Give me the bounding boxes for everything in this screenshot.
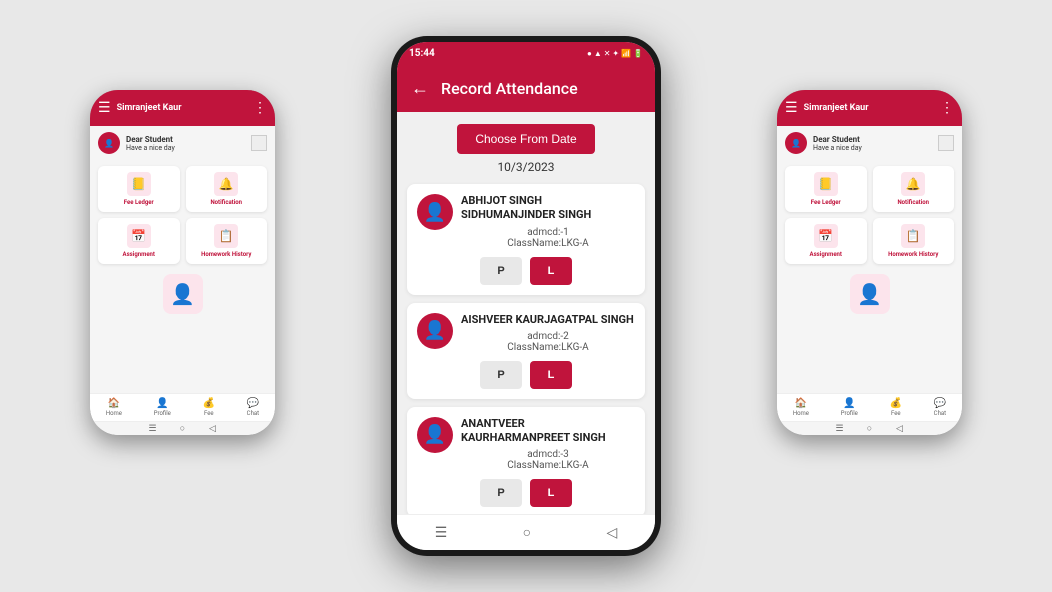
student-avatar-1: 👤 (417, 194, 453, 230)
fee-ledger-item-right: 📒 Fee Ledger (785, 166, 867, 212)
system-nav-right: ☰ ○ ◁ (777, 421, 962, 435)
side-phone-title-left: Simranjeet Kaur (117, 103, 247, 113)
menu-grid-top-right: 📒 Fee Ledger 🔔 Notification (777, 160, 962, 218)
time-display: 15:44 (409, 48, 435, 59)
student-name-1: ABHIJOT SINGH SIDHUMANJINDER SINGH (461, 194, 635, 223)
student-card-1: 👤 ABHIJOT SINGH SIDHUMANJINDER SINGH adm… (407, 184, 645, 295)
homework-item-left: 📋 Homework History (186, 218, 268, 264)
qr-code-left (251, 135, 267, 151)
menu-grid-bottom-right: 📅 Assignment 📋 Homework History (777, 218, 962, 270)
side-phone-header-left: ☰ Simranjeet Kaur ⋮ (90, 90, 275, 126)
side-phone-title-right: Simranjeet Kaur (804, 103, 934, 113)
leave-btn-1[interactable]: L (530, 257, 572, 285)
student-admcd-2: admcd:-2 (461, 331, 635, 342)
student-class-2: ClassName:LKG-A (461, 342, 635, 353)
more-dots-left: ⋮ (253, 100, 267, 116)
app-header: ← Record Attendance (397, 64, 655, 112)
bottom-nav-left: 🏠 Home 👤 Profile 💰 Fee 💬 Chat (90, 393, 275, 421)
present-btn-2[interactable]: P (480, 361, 522, 389)
selected-date: 10/3/2023 (497, 160, 554, 174)
nav-home-icon[interactable]: ○ (523, 524, 531, 541)
more-dots-right: ⋮ (940, 100, 954, 116)
student-avatar-2: 👤 (417, 313, 453, 349)
bottom-navigation: ☰ ○ ◁ (397, 514, 655, 550)
profile-sub-left: Have a nice day (126, 144, 175, 152)
profile-large-icon-left: 👤 (163, 274, 203, 314)
nav-back-icon[interactable]: ◁ (607, 525, 618, 541)
menu-grid-top-left: 📒 Fee Ledger 🔔 Notification (90, 160, 275, 218)
choose-date-button[interactable]: Choose From Date (457, 124, 594, 154)
profile-name-left: Dear Student (126, 135, 175, 144)
side-phone-header-right: ☰ Simranjeet Kaur ⋮ (777, 90, 962, 126)
attendance-btns-3: P L (417, 479, 635, 507)
notification-item-right: 🔔 Notification (873, 166, 955, 212)
notification-item-left: 🔔 Notification (186, 166, 268, 212)
student-class-3: ClassName:LKG-A (461, 460, 635, 471)
nav-menu-icon[interactable]: ☰ (435, 525, 448, 541)
present-btn-1[interactable]: P (480, 257, 522, 285)
qr-code-right (938, 135, 954, 151)
student-name-2: AISHVEER KAURJAGATPAL SINGH (461, 313, 635, 327)
attendance-btns-2: P L (417, 361, 635, 389)
status-bar: 15:44 ● ▲ ✕ ✦ 📶 🔋 (397, 42, 655, 64)
side-phone-profile-left: 👤 Dear Student Have a nice day (90, 126, 275, 160)
bottom-nav-right: 🏠 Home 👤 Profile 💰 Fee 💬 Chat (777, 393, 962, 421)
homework-item-right: 📋 Homework History (873, 218, 955, 264)
student-avatar-3: 👤 (417, 417, 453, 453)
profile-name-right: Dear Student (813, 135, 862, 144)
profile-sub-right: Have a nice day (813, 144, 862, 152)
profile-avatar-left: 👤 (98, 132, 120, 154)
page-title: Record Attendance (441, 79, 578, 98)
student-card-2: 👤 AISHVEER KAURJAGATPAL SINGH admcd:-2 C… (407, 303, 645, 399)
main-phone: 15:44 ● ▲ ✕ ✦ 📶 🔋 ← Record Attendance Ch… (391, 36, 661, 556)
content-area: Choose From Date 10/3/2023 👤 ABHIJOT SIN… (397, 112, 655, 514)
student-admcd-3: admcd:-3 (461, 449, 635, 460)
back-button[interactable]: ← (411, 78, 429, 99)
leave-btn-2[interactable]: L (530, 361, 572, 389)
student-name-3: ANANTVEER KAURHARMANPREET SINGH (461, 417, 635, 446)
assignment-item-right: 📅 Assignment (785, 218, 867, 264)
profile-large-icon-right: 👤 (850, 274, 890, 314)
present-btn-3[interactable]: P (480, 479, 522, 507)
menu-grid-bottom-left: 📅 Assignment 📋 Homework History (90, 218, 275, 270)
hamburger-icon-left: ☰ (98, 100, 111, 116)
profile-avatar-right: 👤 (785, 132, 807, 154)
hamburger-icon-right: ☰ (785, 100, 798, 116)
student-card-3: 👤 ANANTVEER KAURHARMANPREET SINGH admcd:… (407, 407, 645, 514)
leave-btn-3[interactable]: L (530, 479, 572, 507)
right-phone-mockup: ☰ Simranjeet Kaur ⋮ 👤 Dear Student Have … (777, 90, 962, 435)
left-phone-mockup: ☰ Simranjeet Kaur ⋮ 👤 Dear Student Have … (90, 90, 275, 435)
assignment-item-left: 📅 Assignment (98, 218, 180, 264)
status-icons: ● ▲ ✕ ✦ 📶 🔋 (587, 49, 643, 58)
student-class-1: ClassName:LKG-A (461, 238, 635, 249)
system-nav-left: ☰ ○ ◁ (90, 421, 275, 435)
fee-ledger-item-left: 📒 Fee Ledger (98, 166, 180, 212)
student-admcd-1: admcd:-1 (461, 227, 635, 238)
side-phone-profile-right: 👤 Dear Student Have a nice day (777, 126, 962, 160)
attendance-btns-1: P L (417, 257, 635, 285)
